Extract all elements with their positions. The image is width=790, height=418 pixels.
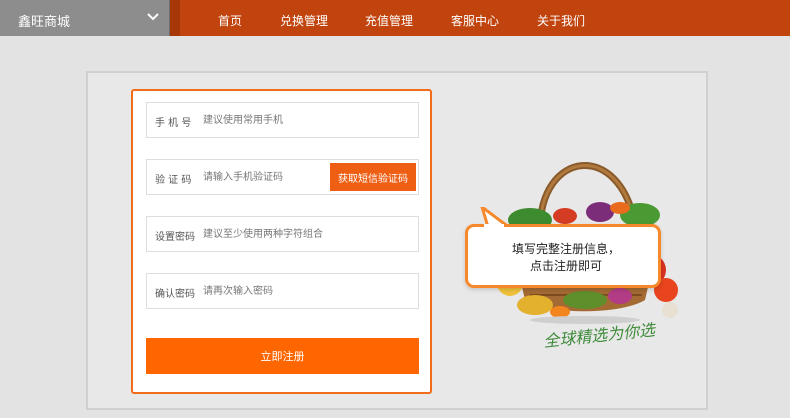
phone-label: 手 机 号 — [155, 118, 192, 129]
hint-bubble: 填写完整注册信息， 点击注册即可 — [465, 224, 661, 288]
brand-title: 鑫旺商城 — [18, 15, 71, 30]
confirm-password-label: 确认密码 — [155, 289, 195, 300]
register-button[interactable]: 立即注册 — [146, 338, 419, 374]
nav-customer-service[interactable]: 客服中心 — [451, 12, 499, 29]
top-navigation-bar: 鑫旺商城 首页 兑换管理 充值管理 客服中心 关于我们 — [0, 0, 790, 36]
sms-code-label: 验 证 码 — [155, 175, 192, 186]
sms-code-input[interactable] — [203, 166, 323, 188]
brand-dropdown[interactable]: 鑫旺商城 — [0, 0, 170, 36]
hint-text: 填写完整注册信息， 点击注册即可 — [468, 241, 664, 275]
hint-line-2: 点击注册即可 — [529, 259, 602, 273]
hint-line-1: 填写完整注册信息， — [511, 242, 620, 256]
nav-recharge[interactable]: 充值管理 — [365, 12, 413, 29]
get-sms-code-button[interactable]: 获取短信验证码 — [330, 163, 416, 191]
phone-input[interactable] — [203, 109, 403, 131]
nav-exchange[interactable]: 兑换管理 — [280, 12, 328, 29]
registration-form: 手 机 号 验 证 码 获取短信验证码 设置密码 确认密码 立即注册 — [131, 89, 432, 394]
password-input[interactable] — [203, 223, 403, 245]
chevron-down-icon — [147, 13, 159, 21]
nav-home[interactable]: 首页 — [218, 12, 242, 29]
nav-about-us[interactable]: 关于我们 — [537, 12, 585, 29]
phone-field: 手 机 号 — [146, 102, 419, 138]
password-label: 设置密码 — [155, 232, 195, 243]
confirm-password-field: 确认密码 — [146, 273, 419, 309]
sms-code-field: 验 证 码 获取短信验证码 — [146, 159, 419, 195]
brand-divider — [170, 0, 180, 36]
password-field: 设置密码 — [146, 216, 419, 252]
confirm-password-input[interactable] — [203, 280, 403, 302]
bubble-tail-cover — [484, 224, 504, 230]
